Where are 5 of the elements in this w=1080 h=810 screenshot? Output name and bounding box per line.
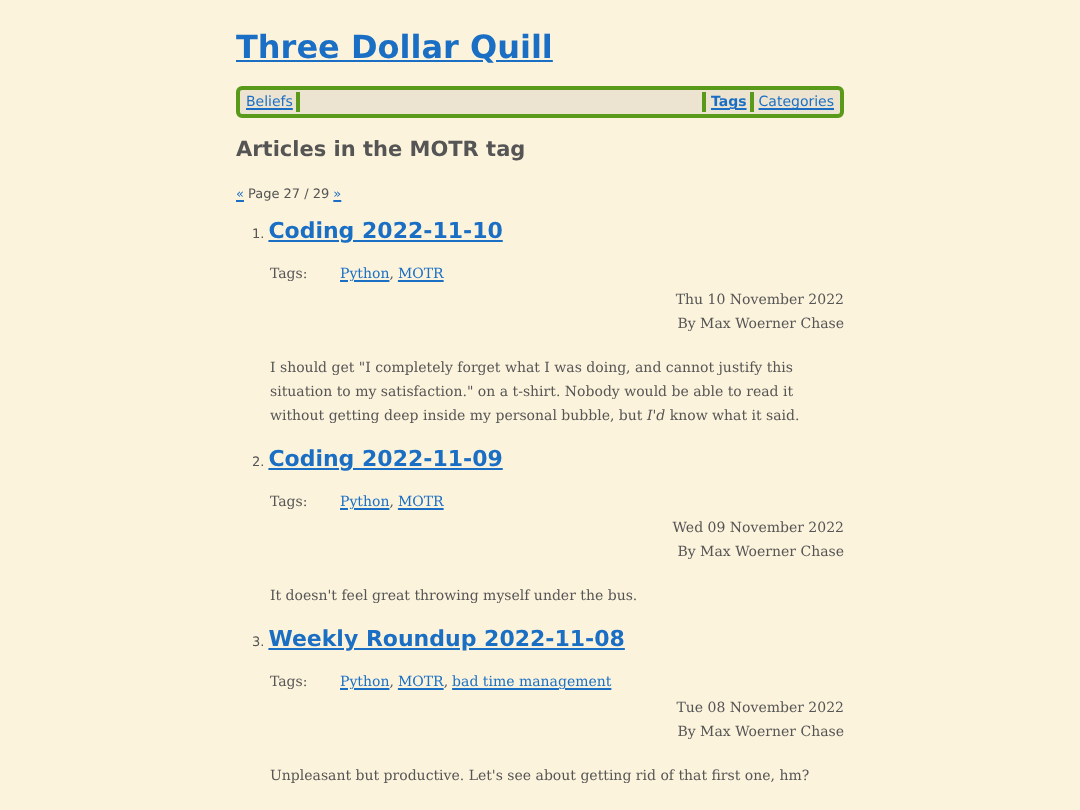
article-title-link[interactable]: Coding 2022-11-09 (268, 446, 503, 472)
article-title-link[interactable]: Coding 2022-11-10 (268, 218, 503, 244)
page-heading: Articles in the MOTR tag (236, 138, 528, 162)
article-title-link[interactable]: Weekly Roundup 2022-11-08 (268, 626, 625, 652)
site-title[interactable]: Three Dollar Quill (236, 28, 553, 66)
